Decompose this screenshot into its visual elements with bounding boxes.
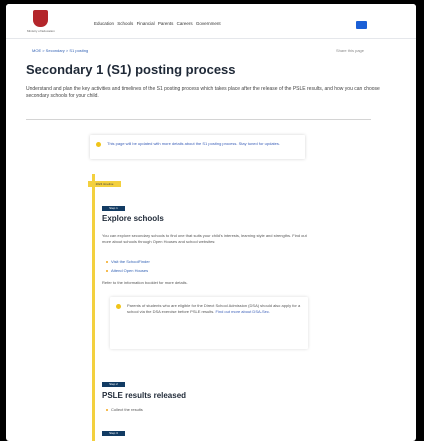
step-1-extra: Refer to the information booklet for mor… (102, 280, 188, 285)
step-1-body: You can explore secondary schools to fin… (102, 233, 307, 244)
nav-item-education[interactable]: Education (94, 21, 114, 26)
divider (26, 119, 371, 120)
notice-card: This page will be updated with more deta… (90, 135, 305, 159)
nav-item-government[interactable]: Government (196, 21, 221, 26)
search-icon[interactable] (356, 21, 367, 29)
link-schoolfinder[interactable]: Visit the SchoolFinder (106, 259, 150, 264)
logo-caption: Ministry of Education (27, 29, 55, 33)
main-nav: Education Schools Financial Parents Care… (94, 21, 223, 26)
nav-item-schools[interactable]: Schools (117, 21, 133, 26)
timeline-tag: 2024 timeline (88, 181, 121, 187)
dsa-note-card: Parents of students who are eligible for… (110, 297, 308, 349)
step-2-title: PSLE results released (102, 391, 187, 400)
moe-logo[interactable] (33, 10, 48, 27)
info-icon (116, 304, 121, 309)
step-2-badge: Step 2 (102, 382, 125, 387)
site-header: Ministry of Education Education Schools … (6, 4, 416, 39)
page-lead: Understand and plan the key activities a… (26, 86, 380, 99)
nav-item-careers[interactable]: Careers (177, 21, 193, 26)
step-3-badge: Step 3 (102, 431, 125, 436)
nav-item-parents[interactable]: Parents (158, 21, 174, 26)
page-title: Secondary 1 (S1) posting process (26, 62, 236, 77)
dsa-link[interactable]: Find out more about DSA-Sec. (216, 309, 270, 314)
step-1-title: Explore schools (102, 214, 164, 223)
step-1-badge: Step 1 (102, 206, 125, 211)
timeline-line (92, 174, 95, 441)
notice-text[interactable]: This page will be updated with more deta… (107, 141, 297, 147)
bullet-icon (106, 260, 108, 263)
dsa-note-text: Parents of students who are eligible for… (127, 303, 301, 314)
nav-item-financial[interactable]: Financial (137, 21, 155, 26)
info-icon (96, 142, 101, 147)
breadcrumb[interactable]: MOE > Secondary > S1 posting (32, 48, 88, 53)
link-open-houses[interactable]: Attend Open Houses (106, 268, 148, 273)
share-link[interactable]: Share this page (336, 48, 364, 53)
step-2-bullet: Collect the results (106, 407, 143, 412)
bullet-icon (106, 269, 108, 272)
browser-page: Ministry of Education Education Schools … (6, 4, 416, 441)
bullet-icon (106, 408, 108, 411)
